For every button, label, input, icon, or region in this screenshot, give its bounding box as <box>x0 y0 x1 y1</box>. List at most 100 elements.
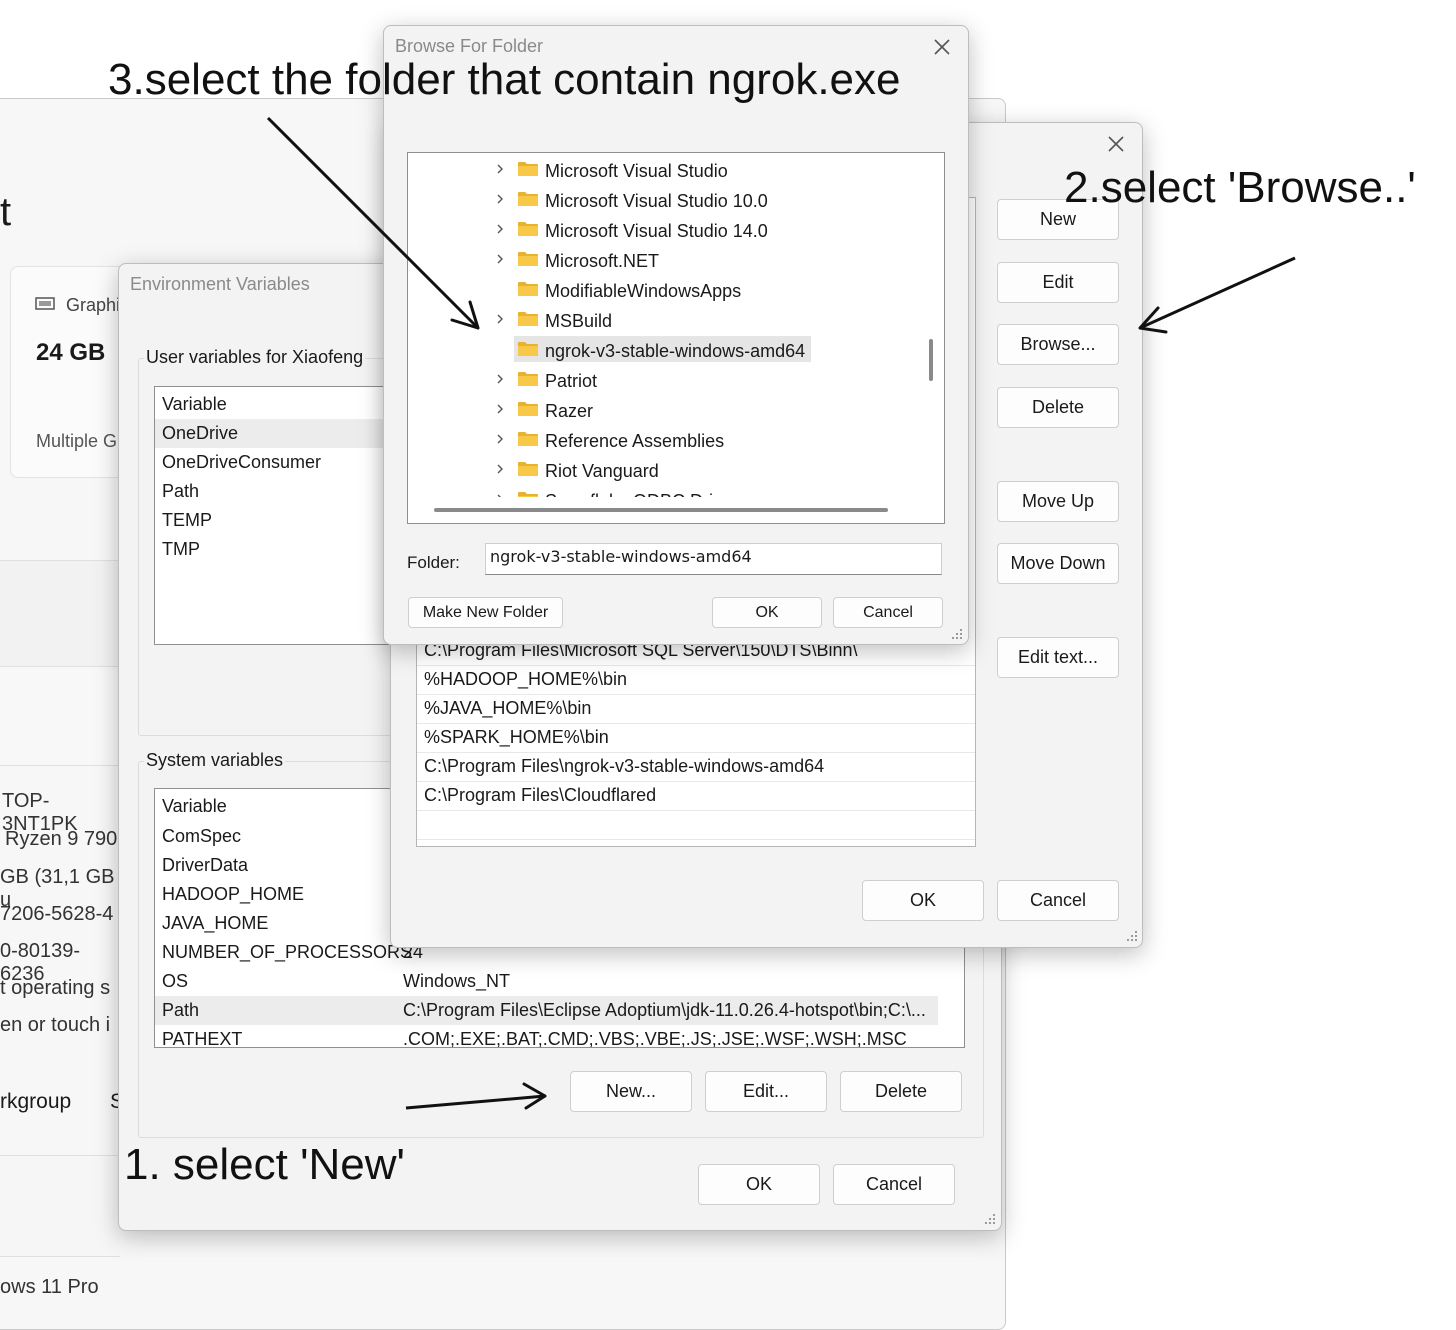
tree-item-label: ngrok-v3-stable-windows-amd64 <box>545 341 806 361</box>
dialog-title: Browse For Folder <box>395 36 544 56</box>
system-delete-button[interactable]: Delete <box>840 1071 962 1112</box>
bg-divider <box>0 670 120 766</box>
item-box: Riot Vanguard <box>514 456 665 482</box>
chevron-right-icon[interactable] <box>494 403 506 415</box>
close-icon[interactable] <box>1106 134 1126 154</box>
var-name: PATHEXT <box>162 1029 243 1048</box>
vertical-scrollbar[interactable] <box>918 153 944 497</box>
scrollbar-thumb[interactable] <box>434 508 888 512</box>
path-cancel-button[interactable]: Cancel <box>997 880 1119 921</box>
var-name: ComSpec <box>162 826 242 846</box>
item-box: Reference Assemblies <box>514 426 730 452</box>
chevron-right-icon[interactable] <box>494 433 506 445</box>
path-entry[interactable]: C:\Program Files\Cloudflared <box>417 781 975 811</box>
graphics-sub-label: Multiple G <box>36 431 118 451</box>
list-item[interactable]: Path <box>155 477 395 506</box>
folder-input-value: ngrok-v3-stable-windows-amd64 <box>490 547 752 566</box>
annotation-step-1: 1. select 'New' <box>124 1140 405 1189</box>
path-entry[interactable]: C:\Program Files\ngrok-v3-stable-windows… <box>417 752 975 782</box>
path-ok-button[interactable]: OK <box>862 880 984 921</box>
arrow-annotation-step1 <box>405 1082 547 1110</box>
table-row[interactable]: Path C:\Program Files\Eclipse Adoptium\jd… <box>155 996 938 1025</box>
monitor-icon <box>35 297 55 310</box>
edit-text-button[interactable]: Edit text... <box>997 637 1119 678</box>
folder-icon <box>518 402 538 416</box>
item-box: Razer <box>514 396 599 422</box>
system-new-button[interactable]: New... <box>570 1071 692 1112</box>
tree-item[interactable]: Snowflake ODBC Driver <box>408 484 918 497</box>
var-value: Windows_NT <box>403 971 511 991</box>
list-item[interactable]: OneDriveConsumer <box>155 448 395 477</box>
tree-item-label: Patriot <box>545 371 598 391</box>
bg-divider <box>0 560 120 667</box>
item-box: Microsoft Visual Studio 10.0 <box>514 186 774 212</box>
annotation-step-2: 2.select 'Browse..' <box>1064 163 1416 212</box>
folder-icon <box>518 222 538 236</box>
move-down-button[interactable]: Move Down <box>997 543 1119 584</box>
workgroup-link[interactable]: rkgroup <box>0 1090 71 1114</box>
resize-grip-icon[interactable] <box>951 628 963 640</box>
move-up-button[interactable]: Move Up <box>997 481 1119 522</box>
chevron-right-icon[interactable] <box>494 463 506 475</box>
env-ok-button[interactable]: OK <box>698 1164 820 1205</box>
tree-item-label: Microsoft Visual Studio 10.0 <box>545 191 768 211</box>
user-variables-label: User variables for Xiaofeng <box>144 347 366 368</box>
browse-ok-button[interactable]: OK <box>712 597 822 628</box>
close-icon[interactable] <box>932 37 952 57</box>
windows-edition: ows 11 Pro <box>0 1276 99 1298</box>
tree-item-label: Microsoft Visual Studio <box>545 161 728 181</box>
var-name: OS <box>162 971 189 991</box>
system-edit-button[interactable]: Edit... <box>705 1071 827 1112</box>
annotation-step-3: 3.select the folder that contain ngrok.e… <box>108 55 901 104</box>
resize-grip-icon[interactable] <box>1126 930 1138 942</box>
var-name: DriverData <box>162 855 249 875</box>
partial-page-title: t <box>0 190 12 234</box>
tree-item[interactable]: Patriot <box>408 364 918 394</box>
tree-item[interactable]: Razer <box>408 394 918 424</box>
browse-button[interactable]: Browse... <box>997 324 1119 365</box>
list-item[interactable]: OneDrive <box>155 419 395 448</box>
var-name: HADOOP_HOME <box>162 884 305 904</box>
list-item[interactable]: TMP <box>155 535 395 564</box>
path-entry[interactable]: %HADOOP_HOME%\bin <box>417 665 975 695</box>
var-value: .COM;.EXE;.BAT;.CMD;.VBS;.VBE;.JS;.JSE;.… <box>403 1029 907 1048</box>
folder-icon <box>518 462 538 476</box>
folder-label: Folder: <box>407 553 460 572</box>
make-new-folder-button[interactable]: Make New Folder <box>408 597 563 628</box>
path-delete-button[interactable]: Delete <box>997 387 1119 428</box>
path-entry[interactable]: %JAVA_HOME%\bin <box>417 694 975 724</box>
horizontal-scrollbar[interactable] <box>408 497 944 523</box>
folder-icon <box>518 252 538 266</box>
column-header[interactable]: Variable <box>155 390 395 419</box>
spec-value: en or touch i <box>0 1014 111 1036</box>
chevron-right-icon[interactable] <box>494 373 506 385</box>
tree-item-label: Microsoft Visual Studio 14.0 <box>545 221 768 241</box>
item-box: Microsoft.NET <box>514 246 665 272</box>
path-entry-empty[interactable] <box>417 810 975 840</box>
var-name: Path <box>162 1000 200 1020</box>
folder-icon <box>518 282 538 296</box>
folder-icon <box>518 162 538 176</box>
path-entry[interactable]: %SPARK_HOME%\bin <box>417 723 975 753</box>
tree-item-label: MSBuild <box>545 311 613 331</box>
resize-grip-icon[interactable] <box>984 1213 996 1225</box>
tree-item[interactable]: Reference Assemblies <box>408 424 918 454</box>
spec-value: Ryzen 9 790 <box>5 828 118 850</box>
env-cancel-button[interactable]: Cancel <box>833 1164 955 1205</box>
folder-input[interactable]: ngrok-v3-stable-windows-amd64 <box>485 543 942 575</box>
tree-item-label: Snowflake ODBC Driver <box>545 488 738 497</box>
browse-cancel-button[interactable]: Cancel <box>833 597 943 628</box>
scrollbar-thumb[interactable] <box>929 339 933 381</box>
tree-item-label: Microsoft.NET <box>545 251 660 271</box>
arrow-annotation-step3 <box>266 116 480 330</box>
path-edit-button[interactable]: Edit <box>997 262 1119 303</box>
spec-value: t operating s <box>0 977 111 999</box>
device-specs: TOP-3NT1PK Ryzen 9 790 GB (31,1 GB u 720… <box>0 790 120 1050</box>
table-row[interactable]: PATHEXT .COM;.EXE;.BAT;.CMD;.VBS;.VBE;.JS… <box>155 1025 964 1048</box>
graphics-label: Graphi <box>66 295 121 315</box>
tree-item[interactable]: Riot Vanguard <box>408 454 918 484</box>
var-value: C:\Program Files\Eclipse Adoptium\jdk-11… <box>403 1000 926 1020</box>
user-variables-list[interactable]: Variable OneDrive OneDriveConsumer Path … <box>154 386 396 645</box>
table-row[interactable]: OS Windows_NT <box>155 967 964 996</box>
list-item[interactable]: TEMP <box>155 506 395 535</box>
